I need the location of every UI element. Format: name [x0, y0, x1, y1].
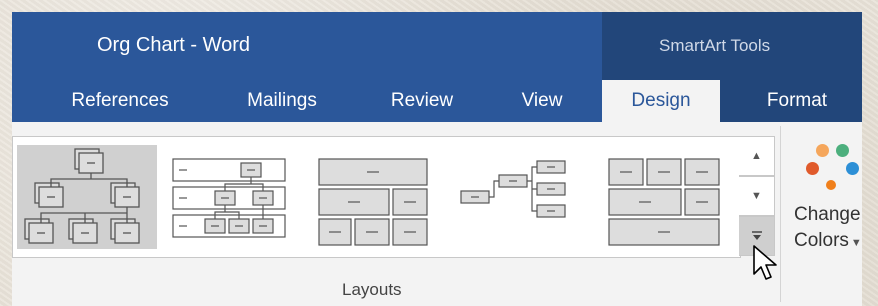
horizontal-hierarchy-layout-icon — [460, 160, 566, 218]
title-bar: Org Chart - Word SmartArt Tools — [12, 12, 862, 80]
palette-dot-green — [836, 144, 849, 157]
org-chart-layout-icon — [24, 148, 140, 244]
change-colors-label-line1: Change — [794, 204, 861, 225]
chevron-down-icon: ▼ — [850, 237, 862, 249]
table-hierarchy-layout-icon — [318, 158, 428, 246]
group-separator — [780, 126, 781, 302]
layout-org-chart[interactable] — [17, 145, 157, 249]
tab-references[interactable]: References — [50, 80, 190, 122]
more-layouts-icon — [751, 231, 762, 240]
window-title: Org Chart - Word — [97, 34, 250, 56]
mouse-pointer-icon — [753, 245, 777, 280]
ribbon-body: ▲ ▼ Layouts Change Colors ▼ — [12, 122, 862, 306]
palette-dot-amber — [826, 180, 836, 190]
gallery-scroll-up-button[interactable]: ▲ — [739, 136, 775, 176]
layout-table-hierarchy[interactable] — [313, 145, 433, 249]
layout-horizontal-hierarchy[interactable] — [457, 145, 577, 249]
smartart-tools-label: SmartArt Tools — [659, 36, 771, 55]
change-colors-label-line2: Colors — [794, 230, 849, 251]
tab-mailings[interactable]: Mailings — [222, 80, 342, 122]
palette-dot-blue — [846, 162, 859, 175]
palette-dot-orange — [816, 144, 829, 157]
layouts-group-label: Layouts — [342, 280, 402, 299]
gallery-scroll-down-button[interactable]: ▼ — [739, 176, 775, 216]
tab-view[interactable]: View — [502, 80, 582, 122]
stacked-grid-layout-icon — [608, 158, 720, 246]
tab-review[interactable]: Review — [372, 80, 472, 122]
contextual-tools-band: SmartArt Tools — [602, 12, 862, 80]
layouts-gallery — [12, 136, 741, 258]
hierarchy-list-layout-icon — [172, 158, 286, 238]
change-colors-button[interactable]: Change Colors ▼ — [784, 136, 862, 276]
scroll-up-icon: ▲ — [751, 150, 762, 162]
palette-dot-red — [806, 162, 819, 175]
scroll-down-icon: ▼ — [751, 190, 762, 202]
tab-format[interactable]: Format — [742, 80, 852, 122]
ribbon-tabs: References Mailings Review View Design F… — [12, 80, 862, 124]
layout-stacked-grid[interactable] — [603, 145, 727, 249]
layout-hierarchy-list[interactable] — [169, 145, 289, 249]
tab-design[interactable]: Design — [602, 80, 720, 124]
